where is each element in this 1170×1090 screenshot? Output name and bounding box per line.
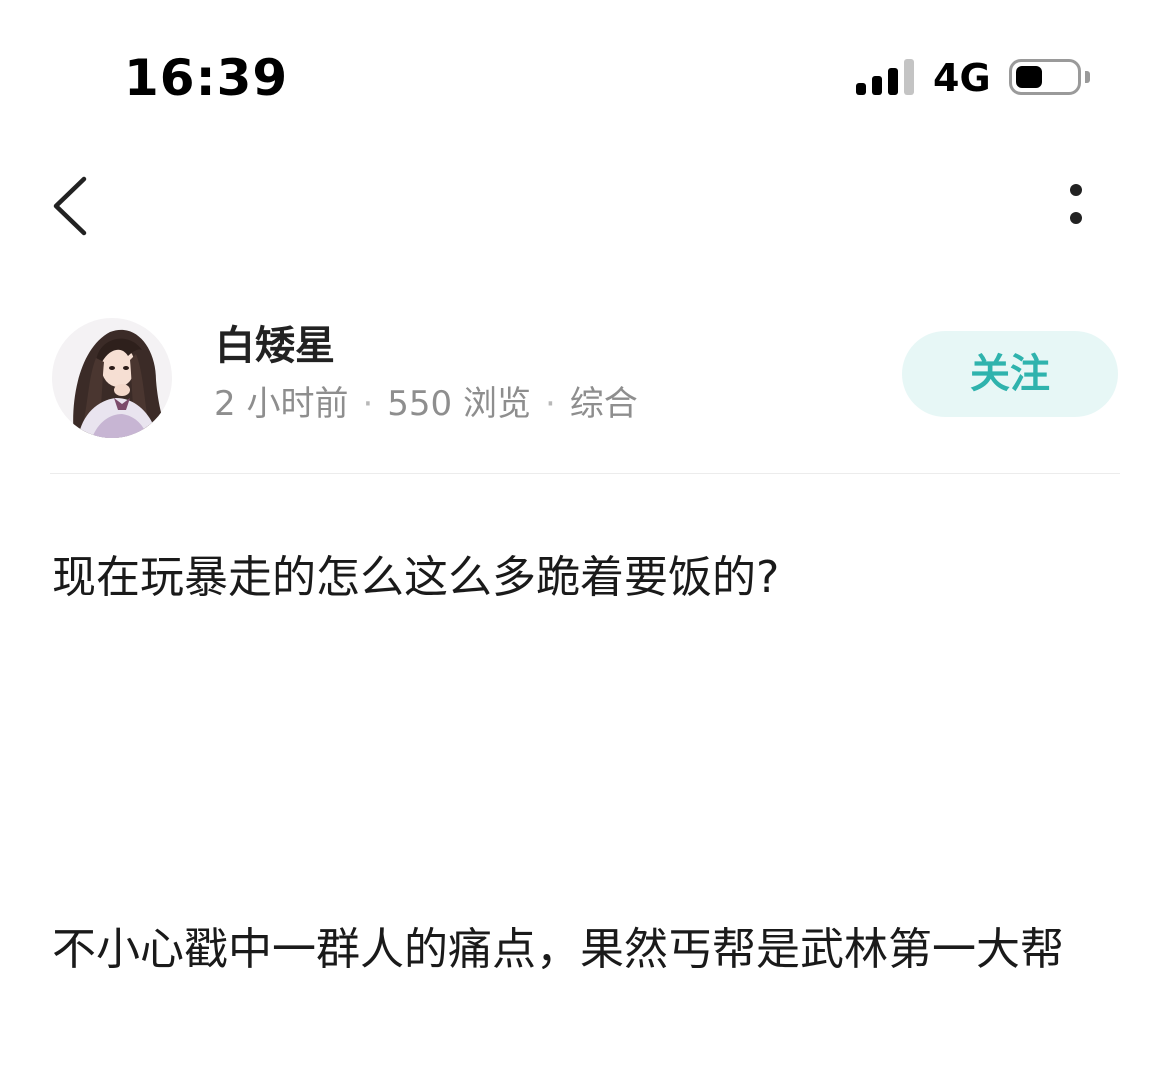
- status-time: 16:39: [124, 49, 289, 107]
- avatar[interactable]: [52, 318, 172, 438]
- battery-level: [1016, 66, 1042, 88]
- more-options-button[interactable]: [1050, 170, 1102, 240]
- battery-icon: [1009, 59, 1081, 95]
- back-button[interactable]: [40, 165, 110, 245]
- view-count: 550 浏览: [387, 384, 531, 424]
- network-type: 4G: [933, 56, 991, 100]
- chevron-left-icon: [53, 176, 87, 236]
- vertical-dots-icon: [1070, 184, 1082, 224]
- status-bar: 16:39 4G: [0, 0, 1170, 150]
- signal-bar: [888, 68, 898, 95]
- post-category[interactable]: 综合: [570, 384, 638, 424]
- signal-bar: [872, 76, 882, 95]
- signal-bar: [904, 59, 914, 95]
- post-body: 不小心戳中一群人的痛点，果然丐帮是武林第一大帮: [52, 924, 1064, 975]
- post-meta: 2 小时前 · 550 浏览 · 综合: [214, 380, 638, 428]
- follow-button[interactable]: 关注: [902, 331, 1118, 417]
- post-title: 现在玩暴走的怎么这么多跪着要饭的?: [52, 552, 780, 603]
- meta-separator: ·: [362, 384, 374, 424]
- author-name[interactable]: 白矮星: [215, 320, 335, 372]
- meta-separator: ·: [544, 384, 556, 424]
- signal-strength-icon: [856, 59, 916, 95]
- battery-tip: [1085, 71, 1090, 83]
- avatar-image: [52, 318, 172, 438]
- post-time: 2 小时前: [214, 384, 349, 424]
- signal-bar: [856, 83, 866, 95]
- divider: [50, 473, 1120, 474]
